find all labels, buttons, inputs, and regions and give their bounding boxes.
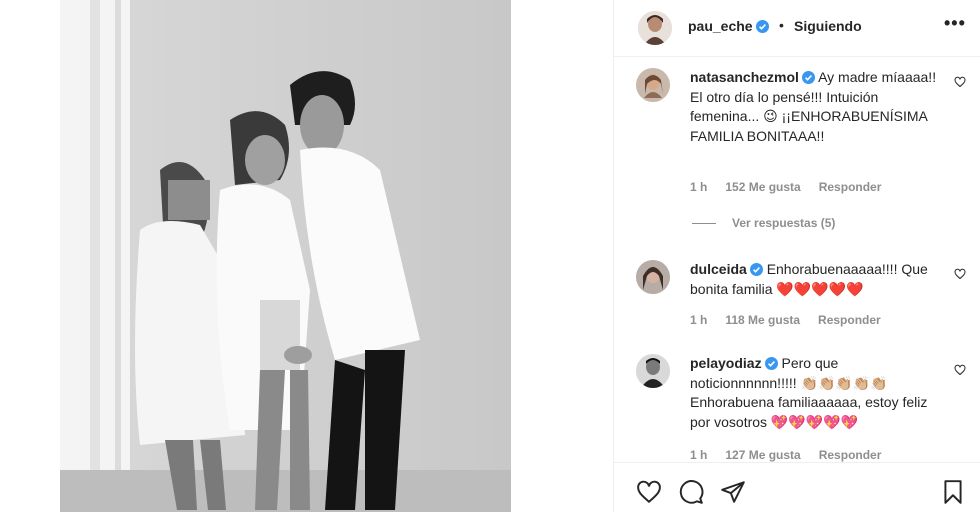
paper-plane-icon[interactable] (720, 479, 746, 505)
post-photo[interactable] (60, 0, 511, 512)
comment-avatar[interactable] (636, 260, 670, 294)
comment-heart-icon[interactable] (954, 268, 966, 280)
comment-time: 1 h (690, 448, 708, 462)
comment-reply-button[interactable]: Responder (819, 180, 882, 194)
post-header: pau_eche • Siguiendo ••• (614, 0, 980, 57)
comment-username[interactable]: dulceida (690, 261, 747, 277)
comment-item: dulceida Enhorabuenaaaaa!!!! Que bonita … (636, 260, 966, 340)
verified-badge-icon (764, 357, 778, 370)
more-options-icon[interactable]: ••• (944, 13, 966, 34)
comment-text-block: pelayodiaz Pero que noticionnnnnn!!!!! 👏… (690, 354, 945, 432)
replies-divider (692, 223, 716, 225)
header-separator: • (779, 17, 784, 33)
comment-username[interactable]: natasanchezmol (690, 69, 799, 85)
comments-panel: pau_eche • Siguiendo ••• natasanchezmol … (613, 0, 980, 513)
comment-item: pelayodiaz Pero que noticionnnnnn!!!!! 👏… (636, 354, 966, 462)
comment-likes[interactable]: 152 Me gusta (725, 180, 800, 194)
comment-heart-icon[interactable] (954, 364, 966, 376)
comment-meta: 1 h 118 Me gusta Responder (690, 313, 899, 327)
comment-likes[interactable]: 127 Me gusta (725, 448, 800, 462)
comment-reply-button[interactable]: Responder (818, 313, 881, 327)
bookmark-icon[interactable] (940, 479, 966, 505)
verified-badge-icon (749, 263, 763, 276)
comment-reply-button[interactable]: Responder (819, 448, 882, 462)
verified-badge-icon (801, 71, 815, 84)
comment-heart-icon[interactable] (954, 76, 966, 88)
comment-meta: 1 h 127 Me gusta Responder (690, 448, 899, 462)
comment-text-block: dulceida Enhorabuenaaaaa!!!! Que bonita … (690, 260, 945, 299)
comment-likes[interactable]: 118 Me gusta (725, 313, 800, 327)
comment-avatar[interactable] (636, 354, 670, 388)
comment-icon[interactable] (678, 479, 704, 505)
comment-username[interactable]: pelayodiaz (690, 355, 762, 371)
view-replies-label: Ver respuestas (5) (732, 216, 836, 230)
post-actions-bar (614, 462, 980, 513)
comment-time: 1 h (690, 180, 708, 194)
following-button[interactable]: Siguiendo (794, 18, 862, 34)
author-avatar[interactable] (638, 11, 672, 45)
comment-time: 1 h (690, 313, 708, 327)
comment-item: natasanchezmol Ay madre míaaaa!! El otro… (636, 68, 966, 230)
view-replies-button[interactable]: Ver respuestas (5) (692, 216, 835, 230)
heart-icon[interactable] (636, 479, 662, 505)
verified-badge-icon (755, 20, 769, 33)
author-username[interactable]: pau_eche (688, 18, 769, 34)
post-photo-image (60, 0, 511, 512)
comment-text-block: natasanchezmol Ay madre míaaaa!! El otro… (690, 68, 945, 146)
post-media-area (0, 0, 613, 512)
comment-avatar[interactable] (636, 68, 670, 102)
comment-meta: 1 h 152 Me gusta Responder (690, 180, 899, 194)
